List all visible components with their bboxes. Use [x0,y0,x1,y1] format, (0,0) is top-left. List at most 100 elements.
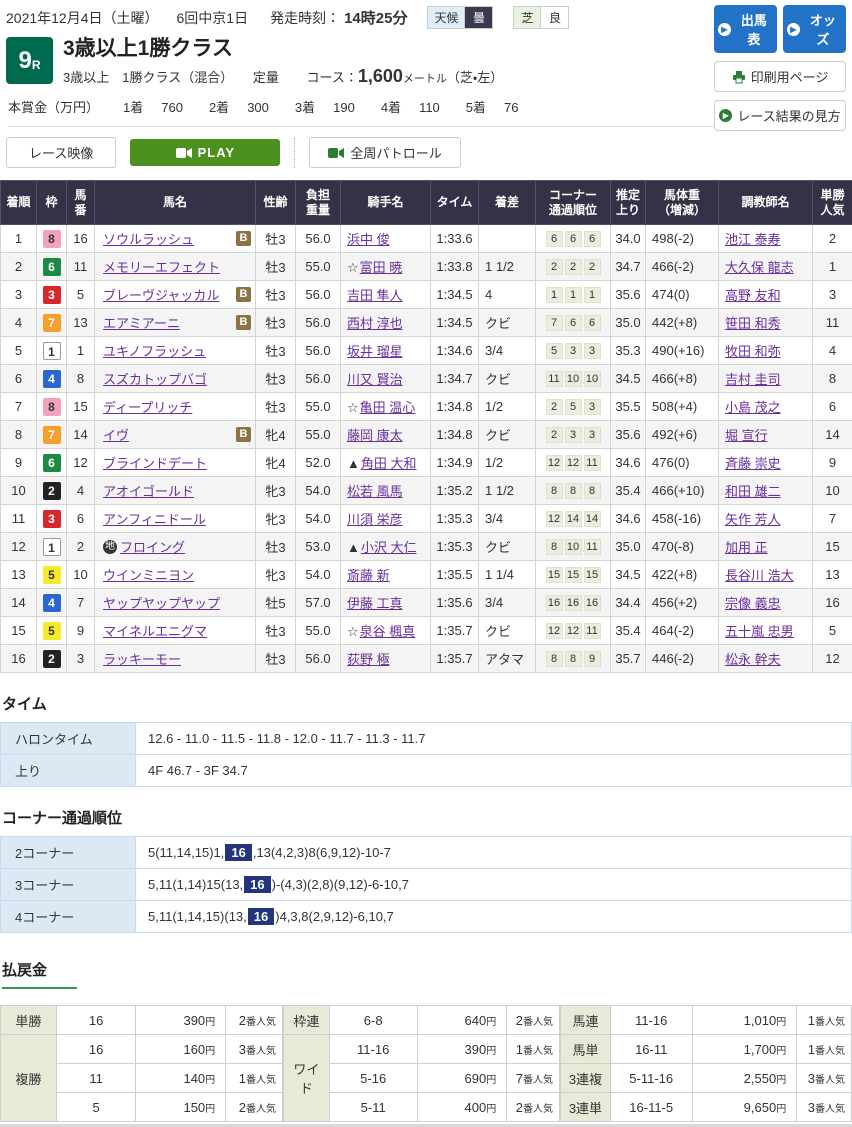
trainer-link[interactable]: 小島 茂之 [725,400,781,415]
results-guide-button[interactable]: ▶レース結果の見方 [714,100,846,131]
trainer-link[interactable]: 五十嵐 忠男 [725,624,794,639]
trainer-link[interactable]: 加用 正 [725,540,768,555]
payout-row: 複勝16160円3番人気 [1,1035,283,1064]
trainer-link[interactable]: 長谷川 浩大 [725,568,794,583]
horse-name-link[interactable]: ユキノフラッシュ [103,341,206,360]
corner-position-box: 14 [565,511,582,527]
horse-number: 1 [67,337,95,365]
horse-name-link[interactable]: スズカトップバゴ [103,369,207,388]
bet-type-label: 枠連 [284,1006,330,1035]
corner-position-box: 1 [584,287,601,303]
payout-amount: 2,550円 [692,1064,797,1093]
horse-number: 3 [67,645,95,673]
horse-name-cell: メモリーエフェクト [95,253,256,281]
horse-name-link[interactable]: アオイゴールド [103,481,194,500]
divider [294,138,295,168]
jockey-link[interactable]: 伊藤 工真 [347,596,403,611]
carried-weight: 55.0 [296,617,341,645]
table-row: 1 8 16 ソウルラッシュB 牡3 56.0 浜中 俊 1:33.6 666 … [1,225,852,253]
start-time-value: 14時25分 [344,7,407,28]
trainer-cell: 長谷川 浩大 [719,561,813,589]
jockey-link[interactable]: 角田 大和 [361,456,417,471]
trainer-link[interactable]: 大久保 龍志 [725,260,794,275]
jockey-link[interactable]: 富田 暁 [360,260,403,275]
trainer-link[interactable]: 松永 幹夫 [725,652,781,667]
trainer-link[interactable]: 池江 泰寿 [725,232,781,247]
horse-name-cell: ヤップヤップヤップ [95,589,256,617]
horse-weight: 456(+2) [646,589,719,617]
finish-time: 1:35.3 [431,505,479,533]
frame-cell: 6 [37,253,67,281]
jockey-link[interactable]: 坂井 瑠星 [347,344,403,359]
trainer-link[interactable]: 笹田 和秀 [725,316,781,331]
sex-age: 牝3 [256,561,296,589]
trainer-cell: 堀 宣行 [719,421,813,449]
jockey-link[interactable]: 亀田 温心 [360,400,416,415]
payout-group-table: 単勝16390円2番人気複勝16160円3番人気11140円1番人気5150円2… [0,1005,283,1122]
odds-button[interactable]: ▶オッズ [783,5,846,53]
race-number-badge: 9R [6,37,53,84]
estimated-agari: 34.5 [611,561,646,589]
course-label: コース： [306,70,357,85]
trainer-link[interactable]: 宗像 義忠 [725,596,781,611]
jockey-link[interactable]: 西村 淳也 [347,316,403,331]
horse-name-link[interactable]: フロイング [120,537,185,556]
trainer-link[interactable]: 牧田 和弥 [725,344,781,359]
horse-name-link[interactable]: ヤップヤップヤップ [103,593,220,612]
table-row: 8 7 14 イヴB 牝4 55.0 藤岡 康太 1:34.8 クビ 233 3… [1,421,852,449]
jockey-link[interactable]: 荻野 極 [347,652,390,667]
horse-name-link[interactable]: イヴ [103,425,129,444]
apprentice-mark: ▲ [347,456,360,471]
column-header: 馬名 [95,181,256,225]
jockey-link[interactable]: 藤岡 康太 [347,428,403,443]
horse-name-link[interactable]: エアミアーニ [103,313,180,332]
payout-popularity: 2番人気 [507,1006,560,1035]
trainer-link[interactable]: 和田 雄二 [725,484,781,499]
payout-row: 馬連11-161,010円1番人気 [561,1006,852,1035]
horse-name-link[interactable]: ブラインドデート [103,453,207,472]
finish-time: 1:34.5 [431,309,479,337]
corner-position-box: 1 [546,287,563,303]
trainer-link[interactable]: 高野 友和 [725,288,781,303]
trainer-link[interactable]: 斉藤 崇史 [725,456,781,471]
trainer-link[interactable]: 堀 宣行 [725,428,768,443]
horse-name-link[interactable]: マイネルエニグマ [103,621,207,640]
trainer-cell: 松永 幹夫 [719,645,813,673]
jockey-link[interactable]: 松若 風馬 [347,484,403,499]
horse-name-link[interactable]: メモリーエフェクト [103,257,220,276]
frame-badge: 8 [43,398,61,416]
horse-name-link[interactable]: ブレーヴジャッカル [103,285,219,304]
jockey-link[interactable]: 泉谷 楓真 [360,624,416,639]
trainer-cell: 五十嵐 忠男 [719,617,813,645]
race-video-button[interactable]: レース映像 [6,137,116,168]
horse-name-link[interactable]: アンフィニドール [103,509,206,528]
horse-weight: 476(0) [646,449,719,477]
print-page-button[interactable]: 印刷用ページ [714,61,846,92]
jockey-link[interactable]: 斎藤 新 [347,568,390,583]
corner-position-box: 12 [546,455,563,471]
trainer-link[interactable]: 矢作 芳人 [725,512,781,527]
blinker-icon: B [236,287,251,302]
horse-name-link[interactable]: ソウルラッシュ [103,229,194,248]
horse-name-link[interactable]: ラッキーモー [103,649,181,668]
patrol-video-button[interactable]: 全周パトロール [309,137,460,168]
entries-button[interactable]: ▶出馬表 [714,5,777,53]
jockey-link[interactable]: 吉田 隼人 [347,288,403,303]
trainer-link[interactable]: 吉村 圭司 [725,372,781,387]
jockey-link[interactable]: 小沢 大仁 [361,540,417,555]
horse-name-link[interactable]: ウインミニヨン [103,565,194,584]
corner-position-box: 5 [565,399,582,415]
estimated-agari: 35.6 [611,281,646,309]
jockey-cell: ▲小沢 大仁 [341,533,431,561]
jockey-link[interactable]: 浜中 俊 [347,232,390,247]
frame-cell: 2 [37,645,67,673]
payout-popularity: 7番人気 [507,1064,560,1093]
horse-name-link[interactable]: ディープリッチ [103,397,192,416]
play-button[interactable]: PLAY [130,139,280,166]
corner-position-box: 15 [565,567,582,583]
corner-positions: 253 [536,393,611,421]
jockey-link[interactable]: 川又 賢治 [347,372,403,387]
table-row: 10 2 4 アオイゴールド 牝3 54.0 松若 風馬 1:35.2 1 1/… [1,477,852,505]
win-popularity: 2 [813,225,852,253]
jockey-link[interactable]: 川須 栄彦 [347,512,403,527]
